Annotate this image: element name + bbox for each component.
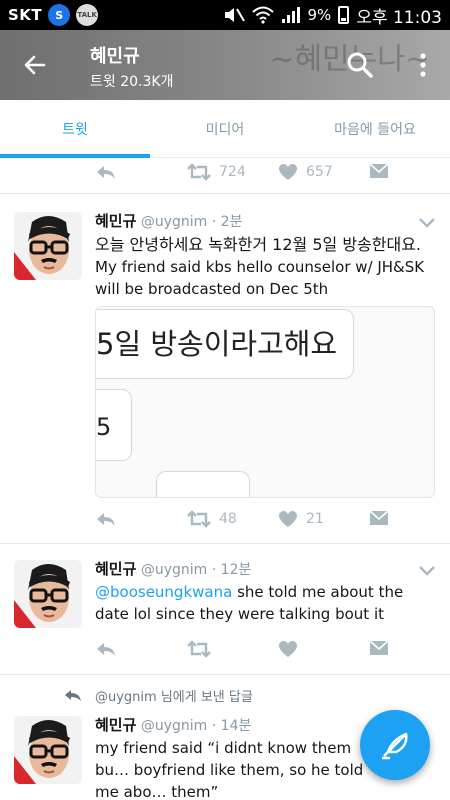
samsung-s-icon: S xyxy=(48,4,71,26)
mention-link[interactable]: @booseungkwana xyxy=(95,583,232,601)
heart-icon xyxy=(279,164,297,180)
tweet-header: 혜민규 @uygnim · 14분 xyxy=(95,714,251,735)
tweet-text: 오늘 안녕하세요 녹화한거 12월 5일 방송한대요. xyxy=(95,235,422,254)
avatar[interactable] xyxy=(14,716,82,784)
like-button[interactable]: 21 xyxy=(278,510,324,528)
tweet-count: 트윗 20.3K개 xyxy=(90,74,174,90)
heart-icon xyxy=(279,511,297,527)
tab-likes[interactable]: 마음에 들어요 xyxy=(300,100,450,157)
wifi-icon xyxy=(251,6,274,24)
reply-icon xyxy=(97,513,115,526)
tab-tweets[interactable]: 트윗 xyxy=(0,100,150,158)
tab-media[interactable]: 미디어 xyxy=(150,100,300,157)
retweet-icon xyxy=(187,163,211,181)
like-count: 657 xyxy=(306,164,333,180)
envelope-icon xyxy=(369,640,389,655)
reply-button[interactable] xyxy=(95,163,117,181)
clock: 오후 11:03 xyxy=(356,7,442,28)
feather-pen-icon xyxy=(382,732,408,760)
direct-message-button[interactable] xyxy=(369,640,389,656)
more-options-icon[interactable] xyxy=(413,50,433,80)
media-caption-2: 5 xyxy=(96,413,112,441)
retweet-icon xyxy=(187,640,211,658)
divider xyxy=(0,543,450,544)
reply-context[interactable]: @uygnim 님에게 보낸 답글 xyxy=(95,686,253,705)
profile-header: ~혜민누나~ 혜민규 트윗 20.3K개 xyxy=(0,30,450,100)
status-bar: SKT S TALK 9% 오후 11:03 xyxy=(0,0,450,30)
tweet-text: my friend said “i didnt know them bu… bo… xyxy=(95,739,364,800)
tweet-author-name[interactable]: 혜민규 xyxy=(95,560,136,578)
avatar-image xyxy=(14,212,82,280)
mute-icon xyxy=(224,8,245,22)
retweet-count: 724 xyxy=(219,164,246,180)
tweet-actions: 48 21 xyxy=(95,510,395,534)
retweet-count: 48 xyxy=(219,511,237,527)
tweet-author-handle[interactable]: @uygnim xyxy=(141,214,207,230)
media-bubble xyxy=(156,471,250,497)
search-icon[interactable] xyxy=(345,50,375,80)
divider xyxy=(0,674,450,675)
back-button[interactable] xyxy=(20,50,50,80)
chevron-down-icon[interactable] xyxy=(418,217,436,229)
avatar[interactable] xyxy=(14,212,82,280)
tweet-text-translation: My friend said kbs hello counselor w/ JH… xyxy=(95,258,425,298)
battery-percent: 9% xyxy=(307,6,332,24)
reply-icon xyxy=(97,643,115,656)
envelope-icon xyxy=(369,163,389,178)
tweet-header: 혜민규 @uygnim · 2분 xyxy=(95,210,242,231)
kakaotalk-icon: TALK xyxy=(76,4,99,26)
like-button[interactable]: 657 xyxy=(278,163,333,181)
battery-icon xyxy=(338,6,350,24)
profile-tabs: 트윗 미디어 마음에 들어요 xyxy=(0,100,450,158)
reply-icon xyxy=(97,166,115,179)
tweet-author-handle[interactable]: @uygnim xyxy=(141,718,207,734)
heart-icon xyxy=(279,641,297,657)
tweet-author-name[interactable]: 혜민규 xyxy=(95,716,136,734)
direct-message-button[interactable] xyxy=(369,510,389,526)
retweet-button[interactable]: 48 xyxy=(187,510,237,528)
tweet-author-handle[interactable]: @uygnim xyxy=(141,562,207,578)
retweet-button[interactable] xyxy=(187,640,211,658)
tweet-author-name[interactable]: 혜민규 xyxy=(95,212,136,230)
retweet-icon xyxy=(187,510,211,528)
arrow-left-icon xyxy=(24,55,46,75)
chevron-down-icon[interactable] xyxy=(418,565,436,577)
reply-button[interactable] xyxy=(95,640,117,658)
tweet-timestamp: · 12분 xyxy=(211,562,252,578)
tweet-media-image[interactable]: 5일 방송이라고해요 5 xyxy=(95,306,435,498)
avatar[interactable] xyxy=(14,560,82,628)
carrier-label: SKT xyxy=(8,6,43,24)
avatar-image xyxy=(14,560,82,628)
reply-context-icon xyxy=(65,690,81,701)
tweet-actions xyxy=(95,640,395,664)
profile-name: 혜민규 xyxy=(90,46,140,67)
media-caption: 5일 방송이라고해요 xyxy=(96,327,338,361)
compose-tweet-button[interactable] xyxy=(360,710,430,780)
tweet-header: 혜민규 @uygnim · 12분 xyxy=(95,558,251,579)
direct-message-button[interactable] xyxy=(369,163,389,179)
reply-button[interactable] xyxy=(95,510,117,528)
prev-tweet-actions: 724 657 xyxy=(95,163,395,187)
like-button[interactable] xyxy=(278,640,298,658)
like-count: 21 xyxy=(306,511,324,527)
divider xyxy=(0,193,450,194)
signal-icon xyxy=(281,7,300,23)
tweet-timestamp: · 14분 xyxy=(211,718,252,734)
envelope-icon xyxy=(369,510,389,525)
avatar-image xyxy=(14,716,82,784)
tweet-timestamp: · 2분 xyxy=(211,214,243,230)
tweet-text: @booseungkwana she told me about the dat… xyxy=(95,581,440,625)
retweet-button[interactable]: 724 xyxy=(187,163,246,181)
